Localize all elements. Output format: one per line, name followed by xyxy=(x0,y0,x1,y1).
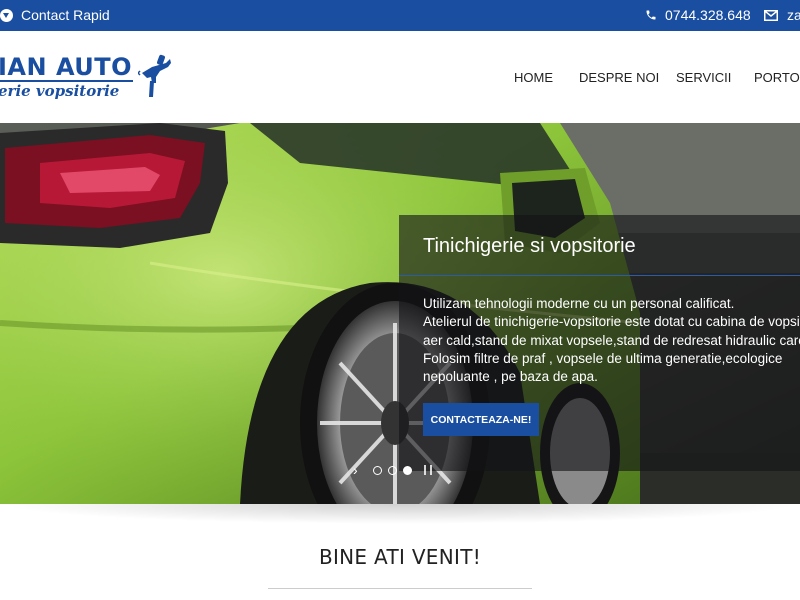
nav-item-despre-noi[interactable]: DESPRE NOI xyxy=(579,70,659,85)
welcome-divider xyxy=(268,588,532,589)
nav-item-home[interactable]: HOME xyxy=(514,70,553,85)
slide-description: Utilizam tehnologii moderne cu un person… xyxy=(423,295,800,386)
nav-item-portofoliu[interactable]: PORTOFO xyxy=(754,70,800,85)
next-arrow-icon[interactable]: › xyxy=(353,462,367,478)
slide-text-line: nepoluante , pe baza de apa. xyxy=(423,369,598,385)
circle-arrow-down-icon xyxy=(0,8,13,22)
email-address: za xyxy=(787,7,800,23)
contact-us-button[interactable]: CONTACTEAZA-NE! xyxy=(423,403,539,436)
slide-dot-3[interactable] xyxy=(403,465,412,475)
logo-name: IAN AUTO xyxy=(0,53,133,81)
nav-item-servicii[interactable]: SERVICII xyxy=(676,70,731,85)
phone-link[interactable]: 0744.328.648 xyxy=(645,7,751,23)
slider-controls: › xyxy=(353,462,432,478)
slide-text-line: aer cald,stand de mixat vopsele,stand de… xyxy=(423,332,800,348)
pause-icon[interactable] xyxy=(424,465,432,475)
slide-title: Tinichigerie si vopsitorie xyxy=(423,235,636,257)
phone-icon xyxy=(646,10,656,20)
spray-gun-icon xyxy=(138,54,171,97)
slide-text-line: Folosim filtre de praf , vopsele de ulti… xyxy=(423,350,783,366)
logo[interactable]: IAN AUTO erie vopsitorie xyxy=(0,31,180,123)
site-header: IAN AUTO erie vopsitorie HOME DESPRE NOI… xyxy=(0,31,800,123)
logo-tagline: erie vopsitorie xyxy=(0,82,120,100)
contact-rapid-label: Contact Rapid xyxy=(21,7,110,23)
welcome-title: BINE ATI VENIT! xyxy=(318,545,482,569)
slide-dot-1[interactable] xyxy=(373,465,382,475)
slide-text-line: Utilizam tehnologii moderne cu un person… xyxy=(423,296,735,311)
caption-divider xyxy=(399,275,800,276)
contact-rapid-link[interactable]: Contact Rapid xyxy=(0,7,110,23)
slide-dot-2[interactable] xyxy=(388,465,397,475)
slide-text-line: Atelierul de tinichigerie-vopsitorie est… xyxy=(423,314,800,330)
slide-caption: Tinichigerie si vopsitorie Utilizam tehn… xyxy=(399,215,800,471)
hero-slider: Tinichigerie si vopsitorie Utilizam tehn… xyxy=(0,123,800,504)
email-link[interactable]: za xyxy=(764,7,800,23)
phone-number: 0744.328.648 xyxy=(665,7,751,23)
hero-shadow xyxy=(0,504,800,524)
top-bar: Contact Rapid 0744.328.648 za xyxy=(0,0,800,31)
envelope-icon xyxy=(764,9,778,21)
